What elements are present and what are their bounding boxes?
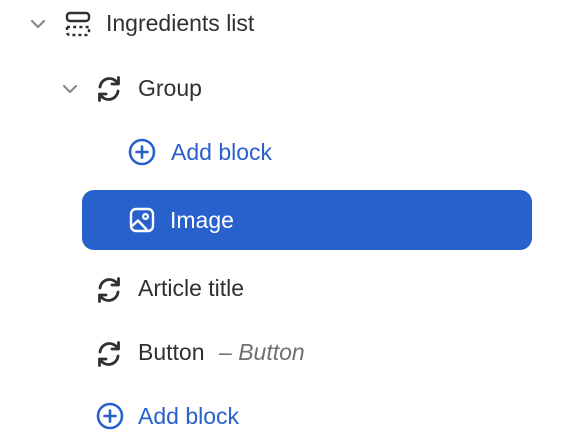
block-tree: Ingredients list Group Add block Image A… bbox=[0, 0, 564, 446]
tree-item-group[interactable]: Group bbox=[0, 58, 564, 116]
block-type-label: Button bbox=[238, 339, 305, 365]
tree-item-label: Image bbox=[170, 207, 234, 233]
separator-dash: – bbox=[219, 339, 232, 365]
sync-icon bbox=[93, 338, 125, 370]
tree-item-label: Ingredients list bbox=[106, 10, 255, 36]
chevron-down-icon[interactable] bbox=[28, 14, 48, 34]
chevron-down-icon[interactable] bbox=[60, 79, 80, 99]
sync-icon bbox=[93, 274, 125, 306]
tree-item-sublabel: – Button bbox=[219, 336, 305, 368]
add-block-label: Add block bbox=[171, 139, 273, 165]
add-block-button[interactable]: Add block bbox=[0, 386, 564, 444]
add-block-label: Add block bbox=[138, 403, 240, 429]
sync-icon bbox=[93, 73, 125, 105]
tree-item-label: Group bbox=[138, 75, 202, 101]
plus-circle-icon bbox=[126, 136, 158, 168]
tree-item-article-title[interactable]: Article title bbox=[0, 258, 564, 316]
tree-item-label: Button bbox=[138, 339, 205, 365]
plus-circle-icon bbox=[94, 400, 126, 432]
tree-item-button[interactable]: Button – Button bbox=[0, 322, 564, 380]
section-icon bbox=[62, 8, 94, 40]
image-icon bbox=[126, 204, 158, 236]
tree-item-ingredients-list[interactable]: Ingredients list bbox=[0, 0, 564, 58]
tree-item-image[interactable]: Image bbox=[82, 190, 532, 250]
tree-item-label: Article title bbox=[138, 275, 245, 301]
add-block-button[interactable]: Add block bbox=[0, 122, 564, 180]
